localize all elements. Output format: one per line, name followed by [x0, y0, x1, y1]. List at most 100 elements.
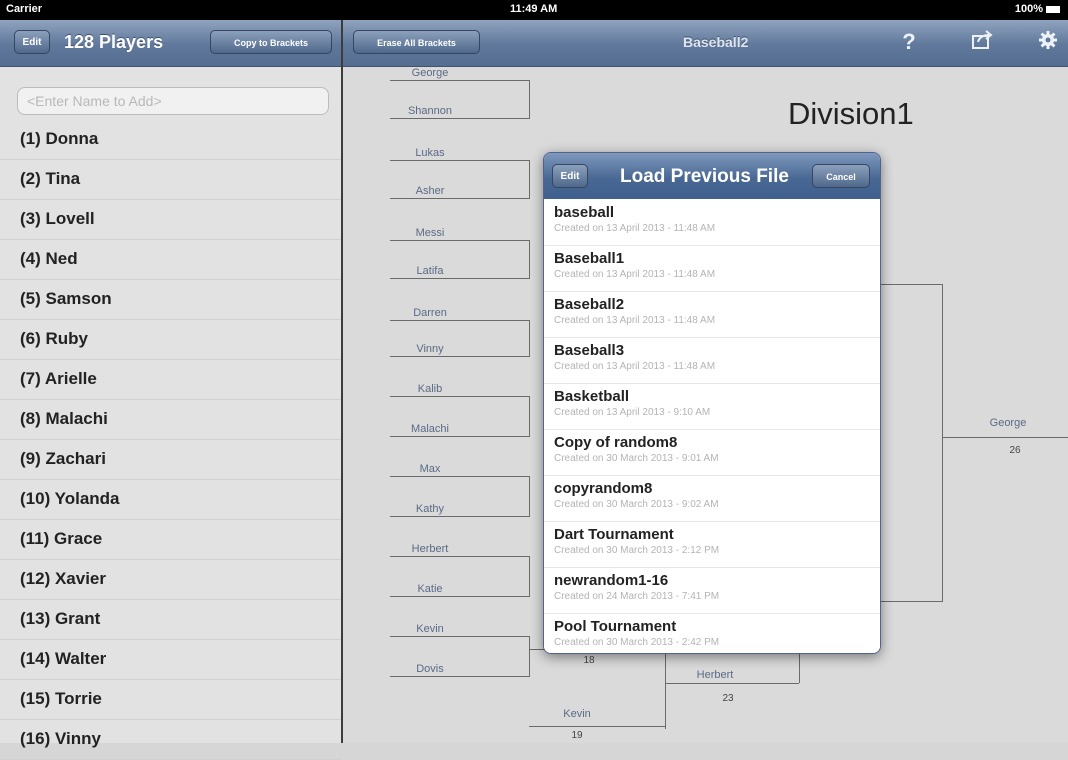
bracket-score: 23 [722, 693, 734, 704]
player-row[interactable]: (9) Zachari [0, 440, 341, 480]
player-name: (3) Lovell [20, 209, 95, 228]
file-row[interactable]: Pool Tournament Created on 30 March 2013 … [544, 614, 880, 653]
bracket-line [390, 118, 530, 119]
bracket-slot-name[interactable]: Malachi [380, 423, 480, 435]
erase-all-brackets-button[interactable]: Erase All Brackets [353, 30, 480, 54]
bracket-line [942, 284, 943, 602]
player-row[interactable]: (14) Walter [0, 640, 341, 680]
players-count: 128 Players [64, 32, 164, 52]
bracket-slot-name[interactable]: George [973, 417, 1043, 429]
help-button[interactable]: ? [899, 30, 919, 54]
bracket-slot-name[interactable]: Shannon [380, 105, 480, 117]
settings-gear-icon[interactable] [1035, 30, 1061, 55]
bracket-slot-name[interactable]: Messi [380, 227, 480, 239]
player-name: (7) Arielle [20, 369, 97, 388]
bracket-line [390, 80, 530, 81]
file-name: Dart Tournament [554, 526, 674, 543]
file-row[interactable]: newrandom1-16 Created on 24 March 2013 - … [544, 568, 880, 614]
player-name: (5) Samson [20, 289, 112, 308]
bracket-slot-name[interactable]: Herbert [380, 543, 480, 555]
bracket-slot-name[interactable]: Kathy [380, 503, 480, 515]
bracket-slot-name[interactable]: Darren [380, 307, 480, 319]
bracket-slot-name[interactable]: Herbert [680, 669, 750, 681]
status-bar: Carrier 11:49 AM 100% [0, 0, 1068, 20]
player-row[interactable]: (10) Yolanda [0, 480, 341, 520]
file-row[interactable]: Baseball3 Created on 13 April 2013 - 11:4… [544, 338, 880, 384]
bracket-slot-name[interactable]: Kevin [380, 623, 480, 635]
bracket-score: 19 [571, 730, 583, 741]
file-row[interactable]: baseball Created on 13 April 2013 - 11:48… [544, 200, 880, 246]
player-row[interactable]: (6) Ruby [0, 320, 341, 360]
file-name: Baseball1 [554, 250, 625, 267]
player-row[interactable]: (12) Xavier [0, 560, 341, 600]
file-created-date: Created on 30 March 2013 - 9:01 AM [554, 453, 719, 464]
battery-percent: 100% [1014, 3, 1043, 15]
bracket-slot-name[interactable]: Lukas [380, 147, 480, 159]
bracket-line [942, 437, 1068, 438]
player-row[interactable]: (3) Lovell [0, 200, 341, 240]
popover-title: Load Previous File [620, 166, 789, 187]
file-created-date: Created on 24 March 2013 - 7:41 PM [554, 591, 720, 602]
file-row[interactable]: Basketball Created on 13 April 2013 - 9:1… [544, 384, 880, 430]
bracket-line [880, 284, 942, 285]
player-row[interactable]: (8) Malachi [0, 400, 341, 440]
bracket-line [390, 240, 530, 241]
edit-files-button[interactable]: Edit [552, 164, 588, 188]
file-created-date: Created on 13 April 2013 - 11:48 AM [554, 315, 716, 326]
player-row[interactable]: (13) Grant [0, 600, 341, 640]
copy-to-brackets-button[interactable]: Copy to Brackets [210, 30, 332, 54]
file-row[interactable]: Dart Tournament Created on 30 March 2013 … [544, 522, 880, 568]
player-name: (4) Ned [20, 249, 78, 268]
file-row[interactable]: copyrandom8 Created on 30 March 2013 - 9:… [544, 476, 880, 522]
player-row[interactable]: (7) Arielle [0, 360, 341, 400]
file-name: baseball [554, 204, 615, 221]
bracket-line [390, 160, 530, 161]
bracket-slot-name[interactable]: Dovis [380, 663, 480, 675]
bracket-line [529, 396, 530, 436]
share-icon-graphic [972, 30, 993, 49]
player-row[interactable]: (1) Donna [0, 120, 341, 160]
player-row[interactable]: (5) Samson [0, 280, 341, 320]
player-name: (8) Malachi [20, 409, 108, 428]
player-name: (2) Tina [20, 169, 81, 188]
player-row[interactable]: (4) Ned [0, 240, 341, 280]
player-name: (6) Ruby [20, 329, 88, 348]
bracket-line [390, 676, 530, 677]
bracket-slot-name[interactable]: Kalib [380, 383, 480, 395]
bracket-slot-name[interactable]: Kevin [542, 708, 612, 720]
file-created-date: Created on 13 April 2013 - 11:48 AM [554, 269, 716, 280]
share-icon[interactable] [968, 30, 996, 55]
bracket-line [390, 396, 530, 397]
player-row[interactable]: (2) Tina [0, 160, 341, 200]
bracket-line [390, 556, 530, 557]
bracket-slot-name[interactable]: Vinny [380, 343, 480, 355]
file-row[interactable]: Baseball1 Created on 13 April 2013 - 11:4… [544, 246, 880, 292]
bracket-slot-name[interactable]: Katie [380, 583, 480, 595]
bracket-line [390, 636, 530, 637]
bracket-slot-name[interactable]: Asher [380, 185, 480, 197]
edit-players-button[interactable]: Edit [14, 30, 50, 54]
bracket-slot-name[interactable]: Latifa [380, 265, 480, 277]
bracket-line [665, 649, 666, 729]
file-created-date: Created on 30 March 2013 - 9:02 AM [554, 499, 719, 510]
file-row[interactable]: Copy of random8 Created on 30 March 2013 … [544, 430, 880, 476]
division-title: Division1 [788, 96, 914, 131]
bracket-slot-name[interactable]: George [380, 67, 480, 79]
player-row[interactable]: (16) Vinny [0, 720, 341, 760]
file-created-date: Created on 13 April 2013 - 11:48 AM [554, 223, 716, 234]
file-name: Basketball [554, 388, 630, 405]
bracket-line [390, 476, 530, 477]
bracket-slot-name[interactable]: Max [380, 463, 480, 475]
player-row[interactable]: (15) Torrie [0, 680, 341, 720]
file-row[interactable]: Baseball2 Created on 13 April 2013 - 11:4… [544, 292, 880, 338]
bracket-line [799, 649, 800, 683]
player-name: (9) Zachari [20, 449, 106, 468]
cancel-button[interactable]: Cancel [812, 164, 870, 188]
file-name: Pool Tournament [554, 618, 677, 635]
add-name-input[interactable]: <Enter Name to Add> [17, 87, 329, 115]
player-row[interactable]: (11) Grace [0, 520, 341, 560]
bracket-line [665, 683, 799, 684]
bracket-score: 26 [1009, 445, 1021, 456]
gear-icon [1039, 31, 1057, 49]
file-created-date: Created on 13 April 2013 - 11:48 AM [554, 361, 716, 372]
